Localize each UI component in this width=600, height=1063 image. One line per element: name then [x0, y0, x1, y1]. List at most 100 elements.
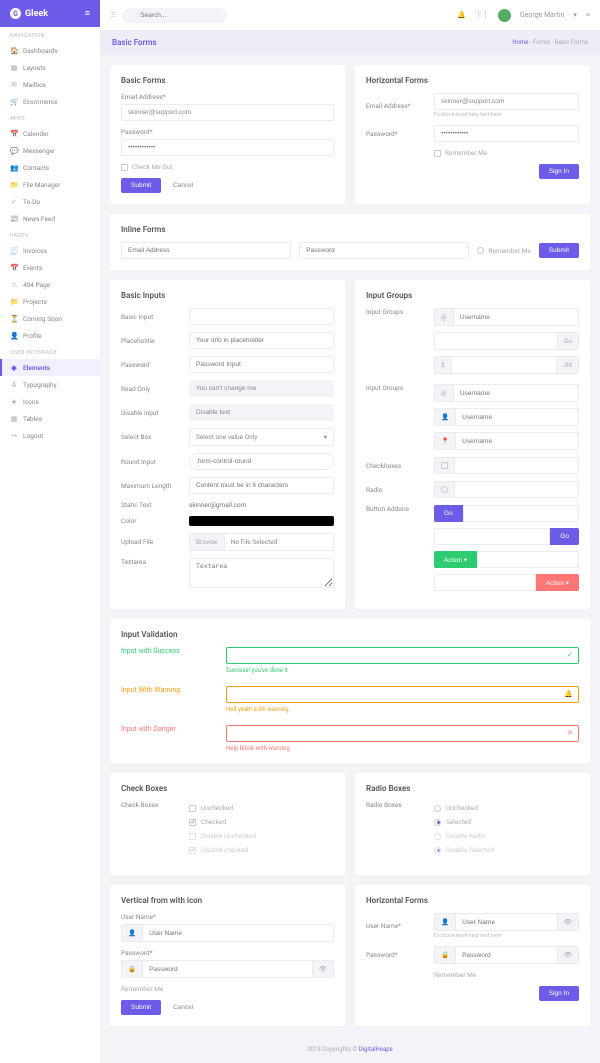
- sidebar: GGleek ≡ NAVIGATION🏠Dashboards▦Layouts✉M…: [0, 0, 100, 1063]
- username-input[interactable]: [453, 308, 579, 326]
- button-addon-input[interactable]: [434, 528, 550, 545]
- password-input[interactable]: [142, 960, 313, 978]
- button-addon-input[interactable]: [463, 505, 579, 522]
- remember-me[interactable]: Remember Me: [434, 971, 579, 979]
- sidebar-item-profile[interactable]: 👤Profile: [0, 327, 100, 344]
- placeholder-input[interactable]: [189, 332, 334, 349]
- nav-icon: ⏳: [10, 315, 18, 323]
- breadcrumb-home[interactable]: Home: [512, 39, 528, 46]
- password-input[interactable]: [121, 139, 334, 156]
- user-dropdown-icon[interactable]: ▾: [573, 11, 577, 19]
- username-input[interactable]: [142, 924, 334, 942]
- sidebar-item-ecommerce[interactable]: 🛒Ecommerce: [0, 93, 100, 110]
- radio-addon[interactable]: [434, 481, 454, 498]
- dollar-addon: $: [434, 356, 451, 374]
- menu-icon[interactable]: ☰: [110, 11, 116, 19]
- menu-toggle-icon[interactable]: ≡: [85, 8, 90, 19]
- go-button[interactable]: Go: [434, 505, 463, 522]
- maxlength-input[interactable]: [189, 477, 334, 494]
- more-icon[interactable]: ≡: [586, 11, 590, 19]
- avatar[interactable]: [498, 9, 511, 22]
- search-input[interactable]: [122, 8, 227, 23]
- password-input[interactable]: [189, 356, 334, 373]
- submit-button[interactable]: Submit: [121, 178, 161, 193]
- sidebar-item-file-manager[interactable]: 📁File Manager: [0, 176, 100, 193]
- apps-icon[interactable]: ⋮⋮: [475, 11, 489, 19]
- submit-button[interactable]: Submit: [121, 1000, 161, 1015]
- radio-input[interactable]: [454, 481, 579, 498]
- footer-link[interactable]: DigitalHeaps: [359, 1046, 393, 1053]
- amount-input[interactable]: [451, 356, 557, 374]
- email-input[interactable]: [434, 93, 579, 110]
- checkbox-addon[interactable]: [434, 457, 454, 474]
- username-input[interactable]: [455, 408, 579, 426]
- sidebar-item-layouts[interactable]: ▦Layouts: [0, 59, 100, 76]
- password-input[interactable]: [455, 946, 558, 964]
- browse-button[interactable]: Browse: [189, 533, 224, 551]
- sidebar-item-projects[interactable]: 📁Projects: [0, 293, 100, 310]
- sidebar-item-icons[interactable]: ★Icons: [0, 393, 100, 410]
- remember-me[interactable]: Remember Me: [477, 247, 530, 255]
- inline-email[interactable]: [121, 242, 291, 259]
- sidebar-item-contacts[interactable]: 👥Contacts: [0, 159, 100, 176]
- radioboxes-card: Radio Boxes Radio Boxes Unchecked Select…: [355, 773, 590, 875]
- eye-icon[interactable]: 👁: [313, 960, 334, 978]
- danger-input[interactable]: [226, 725, 579, 742]
- sidebar-item-calender[interactable]: 📅Calender: [0, 125, 100, 142]
- eye-icon[interactable]: 👁: [558, 946, 579, 964]
- username-input[interactable]: [455, 913, 558, 931]
- round-input[interactable]: [189, 453, 334, 470]
- sidebar-item-dashboards[interactable]: 🏠Dashboards: [0, 42, 100, 59]
- select-box[interactable]: Select one value Only▾: [189, 428, 334, 446]
- color-input[interactable]: [189, 516, 334, 526]
- go-button[interactable]: Go: [550, 528, 579, 545]
- success-input[interactable]: [226, 647, 579, 664]
- remember-me[interactable]: Remember Me: [121, 985, 334, 993]
- remember-me[interactable]: Remember Me: [434, 149, 579, 157]
- radio-item[interactable]: Unchecked: [434, 801, 579, 815]
- sidebar-item-typography[interactable]: ATypography: [0, 376, 100, 393]
- inline-password[interactable]: [299, 242, 469, 259]
- signin-button[interactable]: Sign In: [539, 164, 579, 179]
- action-input[interactable]: [477, 551, 579, 568]
- sidebar-item-elements[interactable]: ◆Elements: [0, 359, 100, 376]
- cancel-button[interactable]: Cancel: [163, 178, 203, 193]
- sidebar-item-logout[interactable]: ↪Logout: [0, 427, 100, 444]
- sidebar-item-invoices[interactable]: 🧾Invoices: [0, 242, 100, 259]
- action-dropdown[interactable]: Action ▾: [434, 551, 477, 568]
- eye-icon[interactable]: 👁: [558, 913, 579, 931]
- sidebar-item-to-do[interactable]: ✓To-Do: [0, 193, 100, 210]
- password-input[interactable]: [434, 125, 579, 142]
- username-input[interactable]: [453, 384, 579, 402]
- checkbox-item[interactable]: Checked: [189, 815, 334, 829]
- nav-section-header: APPS: [0, 110, 100, 125]
- radio-item[interactable]: Selected: [434, 815, 579, 829]
- cancel-button[interactable]: Cancel: [163, 1000, 203, 1015]
- notification-icon[interactable]: 🔔: [457, 11, 466, 19]
- sidebar-item-news-feed[interactable]: 📰News Feed: [0, 210, 100, 227]
- sidebar-item-messenger[interactable]: 💬Messenger: [0, 142, 100, 159]
- sidebar-item-mailbox[interactable]: ✉Mailbox: [0, 76, 100, 93]
- sidebar-item-events[interactable]: 📅Events: [0, 259, 100, 276]
- check-me-out[interactable]: Check Me Out: [121, 163, 334, 171]
- signin-button[interactable]: Sign In: [539, 986, 579, 1001]
- sidebar-item-tables[interactable]: ▦Tables: [0, 410, 100, 427]
- sidebar-item-404-page[interactable]: ⚠404 Page: [0, 276, 100, 293]
- action-dropdown[interactable]: Action ▾: [536, 574, 579, 591]
- warning-input[interactable]: [226, 686, 579, 703]
- basic-input[interactable]: [189, 308, 334, 325]
- email-input[interactable]: [121, 104, 334, 121]
- help-text: Ex block-level help text here: [434, 112, 579, 118]
- textarea-input[interactable]: [189, 558, 334, 588]
- logo[interactable]: GGleek ≡: [0, 0, 100, 27]
- checkbox-input[interactable]: [454, 457, 579, 474]
- sidebar-item-coming-soon[interactable]: ⏳Coming Soon: [0, 310, 100, 327]
- checkbox-item[interactable]: Unchecked: [189, 801, 334, 815]
- submit-button[interactable]: Submit: [539, 243, 579, 258]
- horizontal-forms-card: Horizontal Forms Email Address* Ex block…: [355, 65, 590, 204]
- nav-icon: 🏠: [10, 47, 18, 55]
- username-input[interactable]: [455, 432, 579, 450]
- go-input[interactable]: [434, 332, 558, 350]
- lock-icon: 🔒: [434, 946, 455, 964]
- action-input[interactable]: [434, 574, 536, 591]
